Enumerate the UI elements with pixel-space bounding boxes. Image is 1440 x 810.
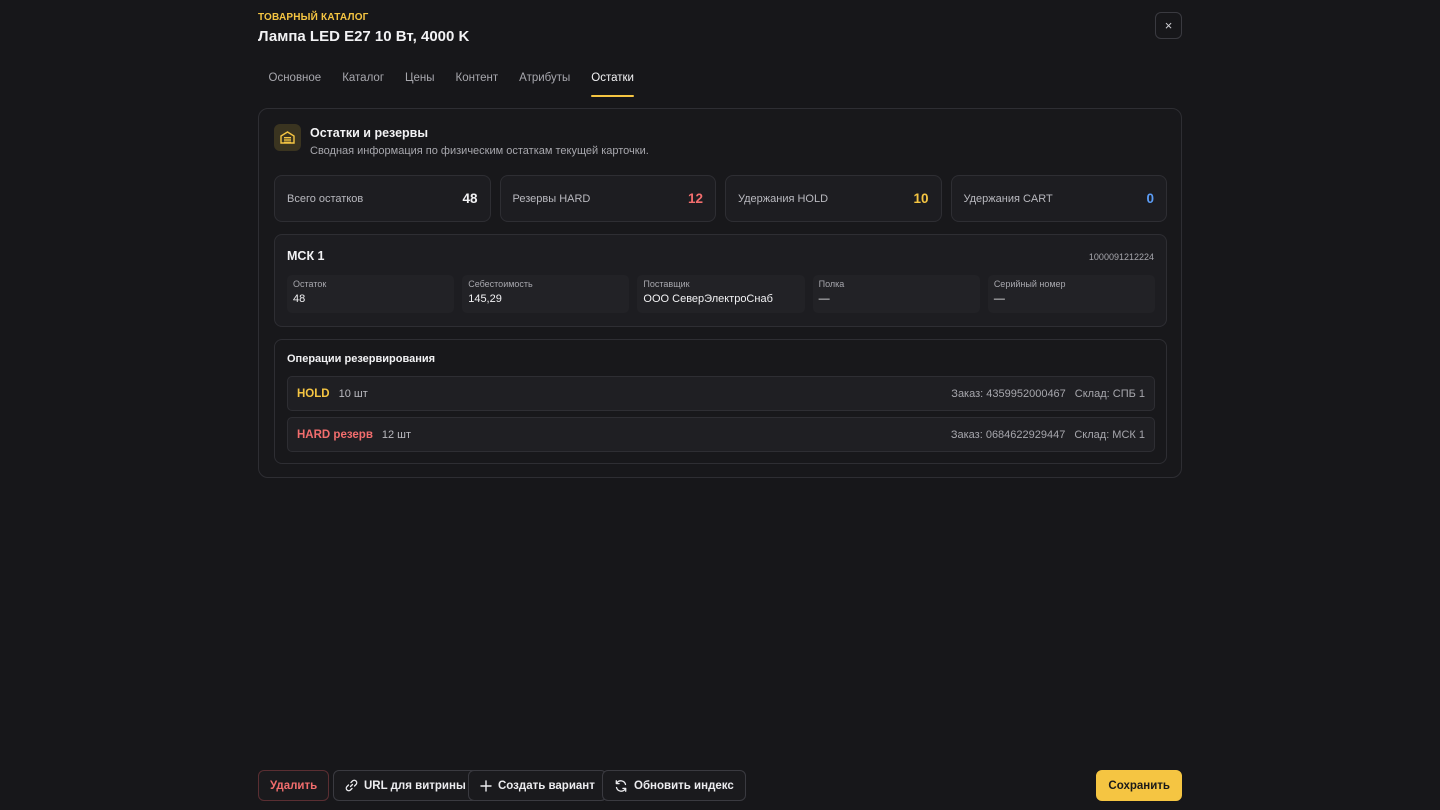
operation-qty: 10 шт	[338, 387, 368, 400]
field-shelf: Полка —	[812, 275, 980, 313]
tab-prices[interactable]: Цены	[395, 70, 446, 97]
warehouse-card: МСК 1 1000091212224 Остаток 48 Себестоим…	[274, 234, 1167, 327]
tab-content[interactable]: Контент	[445, 70, 509, 97]
close-icon: ×	[1164, 18, 1173, 33]
field-supplier: Поставщик ООО СеверЭлектроСнаб	[637, 275, 805, 313]
footer-actions: Удалить URL для витрины Создать вариант …	[258, 770, 1182, 801]
stat-hard-reserves: Резервы HARD 12	[499, 175, 716, 222]
section-subtitle: Сводная информация по физическим остатка…	[310, 145, 649, 157]
field-stock: Остаток 48	[287, 275, 455, 313]
operation-order: Заказ: 4359952000467	[951, 387, 1066, 400]
stat-label: Удержания CART	[963, 192, 1053, 205]
operation-type: HARD резерв	[297, 428, 373, 441]
stat-total-stock: Всего остатков 48	[274, 175, 491, 222]
link-icon	[345, 779, 358, 792]
storefront-url-button[interactable]: URL для витрины	[333, 770, 478, 801]
tab-attributes[interactable]: Атрибуты	[509, 70, 581, 97]
warehouse-name: МСК 1	[287, 249, 325, 263]
section-header: Остатки и резервы Сводная информация по …	[274, 124, 649, 157]
stat-cart: Удержания CART 0	[950, 175, 1167, 222]
field-serial: Серийный номер —	[987, 275, 1156, 313]
plus-icon	[480, 779, 492, 792]
tab-stock[interactable]: Остатки	[581, 70, 645, 97]
stat-label: Удержания HOLD	[738, 192, 829, 205]
save-label: Сохранить	[1108, 779, 1170, 792]
tab-main[interactable]: Основное	[258, 70, 332, 97]
warehouse-code: 1000091212224	[1088, 252, 1154, 262]
operation-warehouse: Склад: МСК 1	[1074, 428, 1145, 441]
refresh-index-button[interactable]: Обновить индекс	[602, 770, 746, 801]
operation-row: HARD резерв 12 шт Заказ: 0684622929447 С…	[287, 417, 1155, 452]
warehouse-icon	[274, 124, 301, 151]
create-variant-button[interactable]: Создать вариант	[468, 770, 607, 801]
stock-panel: Остатки и резервы Сводная информация по …	[258, 108, 1182, 478]
stat-value: 10	[913, 191, 929, 206]
field-label: Себестоимость	[468, 279, 533, 289]
url-label: URL для витрины	[364, 779, 466, 792]
operation-warehouse: Склад: СПБ 1	[1074, 387, 1145, 400]
close-button[interactable]: ×	[1155, 12, 1182, 39]
catalog-eyebrow: ТОВАРНЫЙ КАТАЛОГ	[258, 12, 369, 23]
stat-hold: Удержания HOLD 10	[725, 175, 942, 222]
stat-value: 0	[1146, 191, 1154, 206]
stat-value: 48	[462, 191, 478, 206]
field-label: Серийный номер	[993, 279, 1066, 289]
refresh-index-label: Обновить индекс	[634, 779, 734, 792]
field-label: Полка	[818, 279, 845, 289]
field-cost: Себестоимость 145,29	[462, 275, 630, 313]
stat-label: Резервы HARD	[512, 192, 591, 205]
field-label: Остаток	[293, 279, 327, 289]
section-title: Остатки и резервы	[310, 126, 429, 140]
field-value: —	[993, 293, 1005, 305]
operation-qty: 12 шт	[381, 428, 412, 441]
operation-row: HOLD 10 шт Заказ: 4359952000467 Склад: С…	[287, 376, 1155, 411]
stats-row: Всего остатков 48 Резервы HARD 12 Удержа…	[274, 175, 1167, 222]
delete-label: Удалить	[270, 779, 318, 792]
reservation-operations: Операции резервирования HOLD 10 шт Заказ…	[274, 339, 1167, 464]
field-value: 145,29	[468, 293, 502, 305]
product-modal: ТОВАРНЫЙ КАТАЛОГ Лампа LED E27 10 Вт, 40…	[258, 0, 1182, 810]
page-title: Лампа LED E27 10 Вт, 4000 K	[258, 28, 470, 45]
field-value: ООО СеверЭлектроСнаб	[643, 293, 773, 305]
save-button[interactable]: Сохранить	[1096, 770, 1182, 801]
refresh-icon	[614, 779, 628, 793]
warehouse-fields: Остаток 48 Себестоимость 145,29 Поставщи…	[287, 275, 1156, 313]
tab-bar: Основное Каталог Цены Контент Атрибуты О…	[258, 70, 644, 97]
delete-button[interactable]: Удалить	[258, 770, 330, 801]
field-label: Поставщик	[643, 279, 690, 289]
tab-catalog[interactable]: Каталог	[332, 70, 395, 97]
create-variant-label: Создать вариант	[498, 779, 595, 792]
field-value: —	[818, 293, 830, 305]
stat-label: Всего остатков	[287, 192, 364, 205]
field-value: 48	[293, 293, 306, 305]
operation-order: Заказ: 0684622929447	[950, 428, 1066, 441]
operation-type: HOLD	[297, 387, 330, 400]
operations-title: Операции резервирования	[287, 353, 436, 365]
stat-value: 12	[687, 191, 703, 206]
